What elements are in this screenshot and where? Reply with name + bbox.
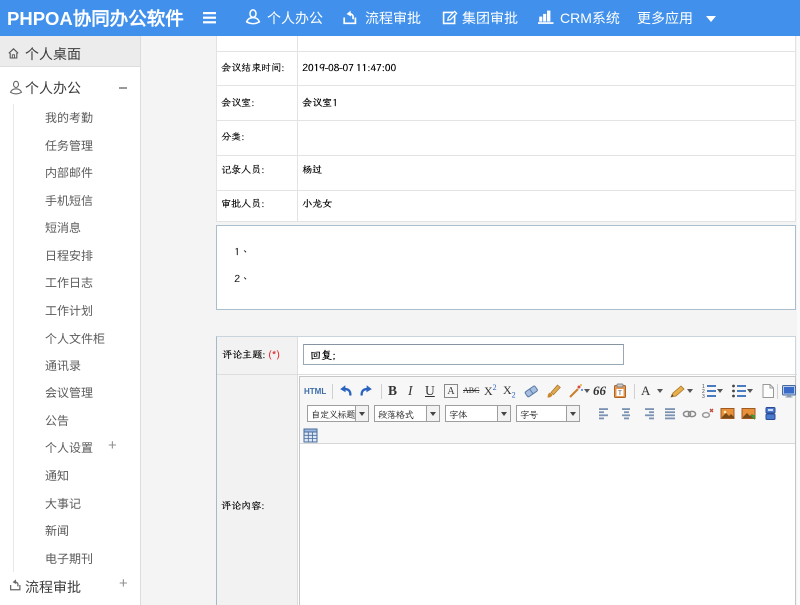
svg-text:3: 3 [702, 393, 705, 399]
svg-text:T: T [618, 388, 622, 397]
